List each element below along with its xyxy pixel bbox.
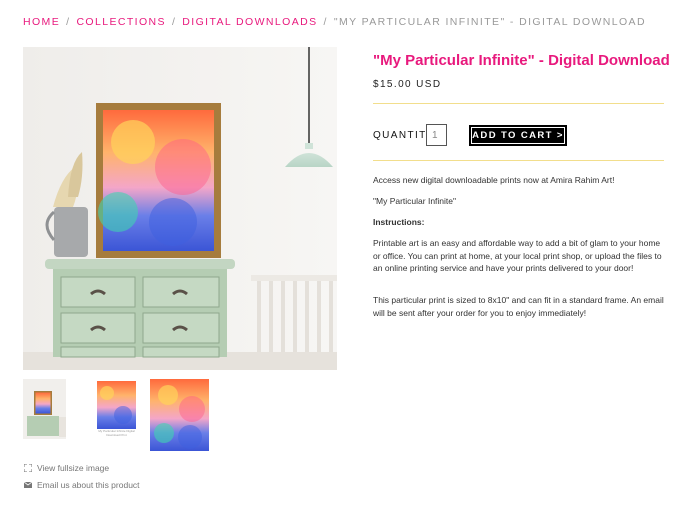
breadcrumb-home[interactable]: HOME (23, 16, 60, 28)
instructions-heading: Instructions: (373, 217, 425, 227)
product-title: "My Particular Infinite" - Digital Downl… (373, 52, 670, 69)
envelope-icon (23, 481, 32, 490)
breadcrumb: HOME / COLLECTIONS / DIGITAL DOWNLOADS / "MY P… (23, 16, 646, 28)
thumbnail-caption: My Particular Infinite Digital Download … (98, 429, 135, 437)
breadcrumb-collections[interactable]: COLLECTIONS (76, 16, 166, 28)
email-product-label: Email us about this product (37, 480, 140, 490)
breadcrumb-separator: / (66, 16, 71, 28)
thumbnail-room-image (23, 379, 66, 439)
size-note: This particular print is sized to 8x10" … (373, 295, 664, 318)
view-fullsize-label: View fullsize image (37, 463, 110, 473)
product-price: $15.00 USD (373, 79, 442, 90)
breadcrumb-separator: / (171, 16, 177, 28)
thumbnail-detail[interactable] (150, 379, 209, 451)
instructions-body: Printable art is an easy and affordable … (373, 238, 662, 273)
email-product-link[interactable]: Email us about this product (23, 480, 140, 490)
view-fullsize-link[interactable]: View fullsize image (23, 463, 109, 473)
expand-icon (23, 464, 32, 473)
quantity-input[interactable] (426, 124, 447, 146)
breadcrumb-current: "MY PARTICULAR INFINITE" - DIGITAL DOWNL… (333, 16, 646, 28)
thumbnail-room[interactable] (23, 379, 66, 439)
breadcrumb-separator: / (323, 16, 328, 28)
description-intro: Access new digital downloadable prints n… (373, 175, 615, 185)
thumbnail-detail-image (150, 379, 209, 451)
add-to-cart-button[interactable]: ADD TO CART > (469, 125, 567, 146)
room-scene-illustration (23, 47, 337, 370)
divider (373, 160, 664, 161)
divider (373, 103, 664, 104)
description-product-name: "My Particular Infinite" (373, 196, 457, 206)
thumbnail-print[interactable]: My Particular Infinite Digital Download … (95, 379, 138, 439)
breadcrumb-digital-downloads[interactable]: DIGITAL DOWNLOADS (182, 16, 317, 28)
product-main-image[interactable] (23, 47, 337, 370)
